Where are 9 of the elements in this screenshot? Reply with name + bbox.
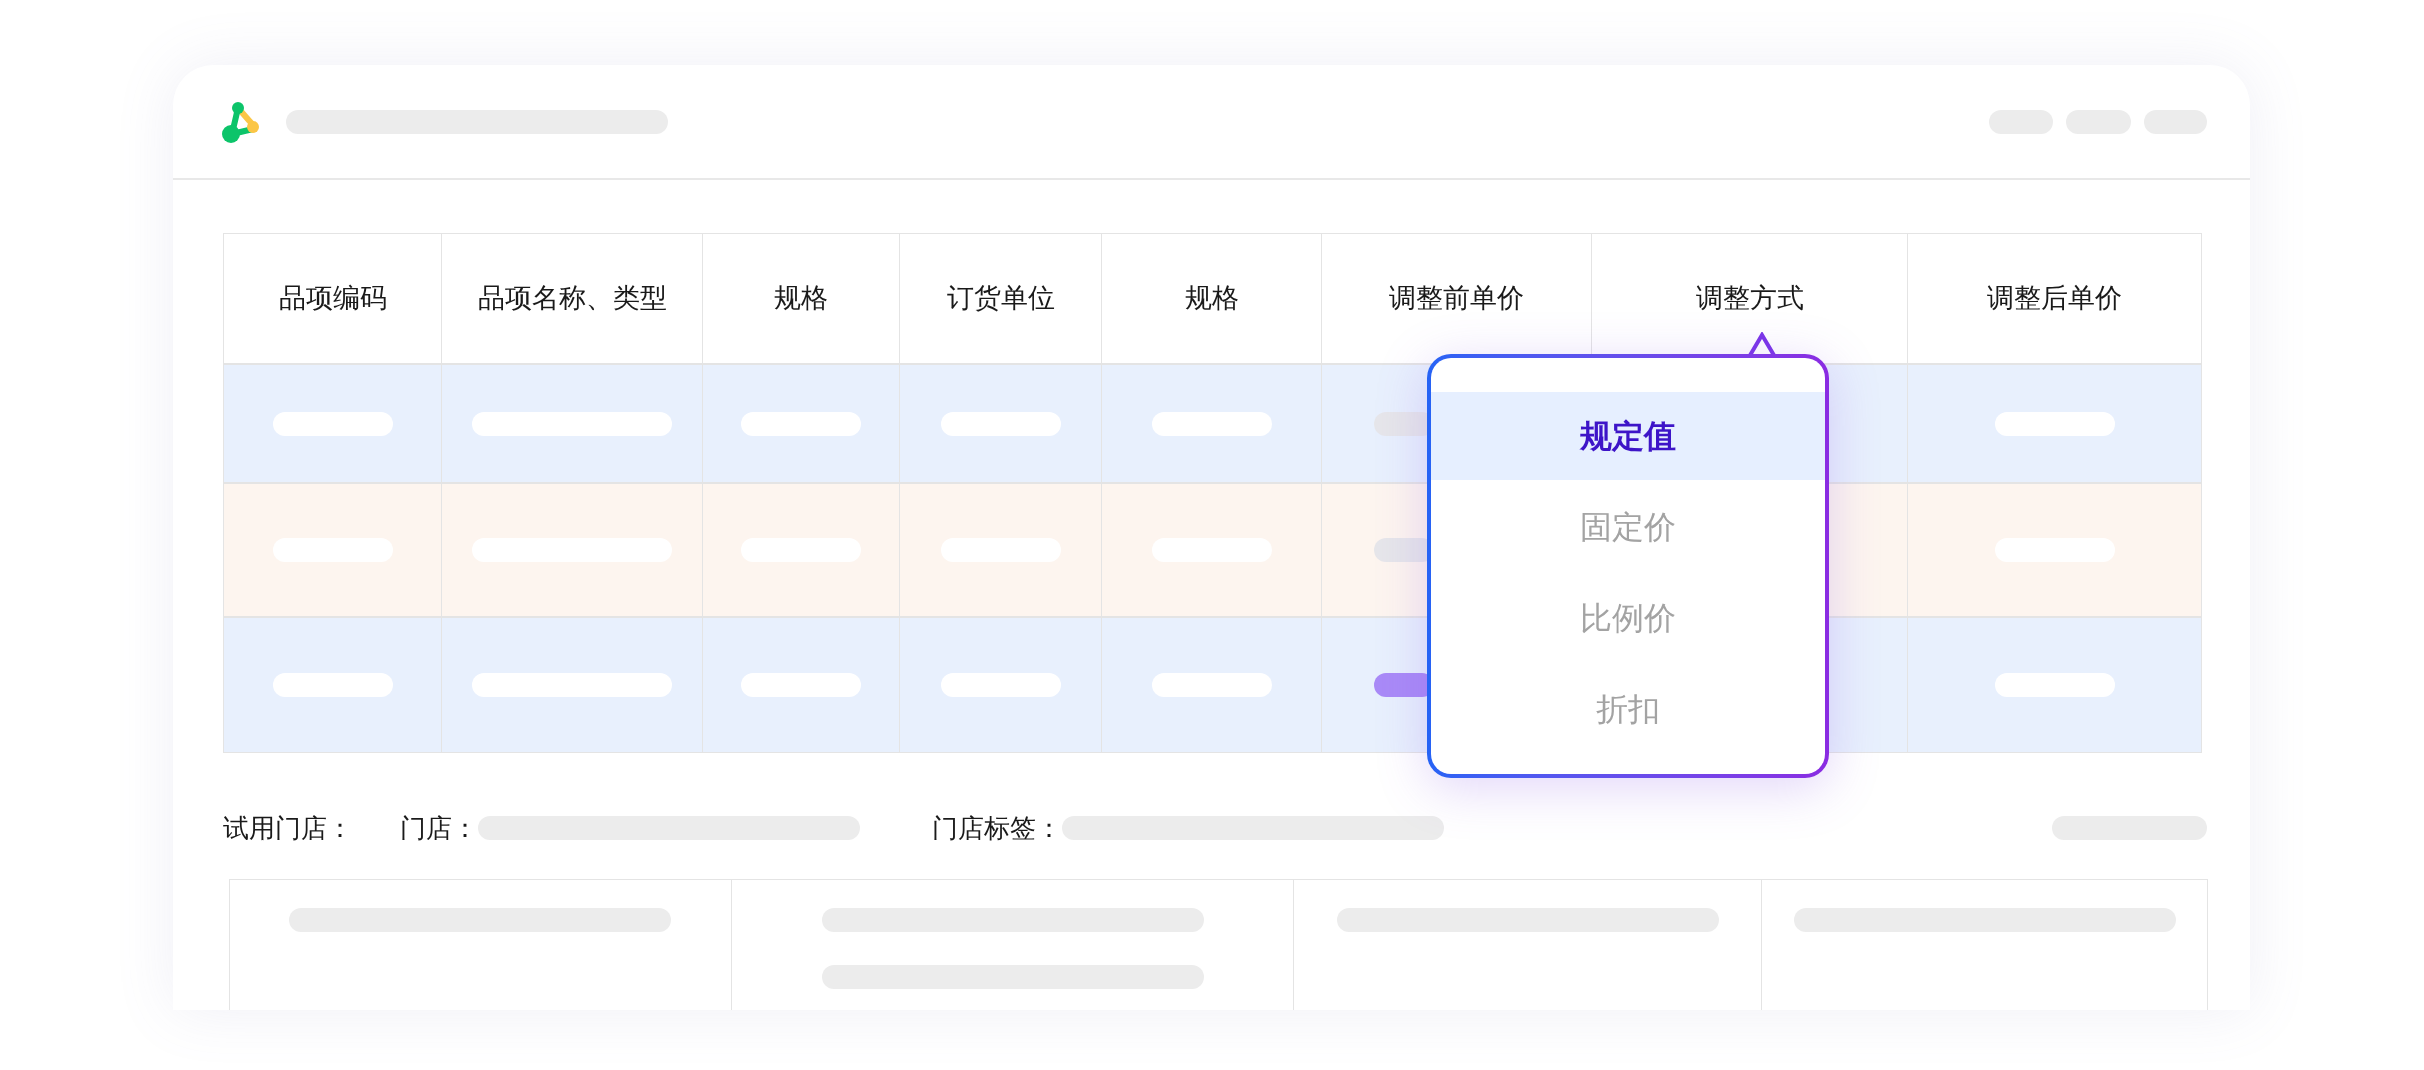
column-header: 调整后单价 <box>1986 282 2123 316</box>
menu-item[interactable]: 固定价 <box>1431 483 1825 571</box>
menu-item[interactable]: 规定值 <box>1431 392 1825 480</box>
field-label: 门店标签： <box>932 811 1062 845</box>
field-label: 门店： <box>400 811 478 845</box>
menu-item[interactable]: 折扣 <box>1431 665 1825 753</box>
menu-item[interactable]: 比例价 <box>1431 574 1825 662</box>
logo-icon <box>220 100 260 143</box>
filter-label: 试用门店： <box>223 811 354 845</box>
